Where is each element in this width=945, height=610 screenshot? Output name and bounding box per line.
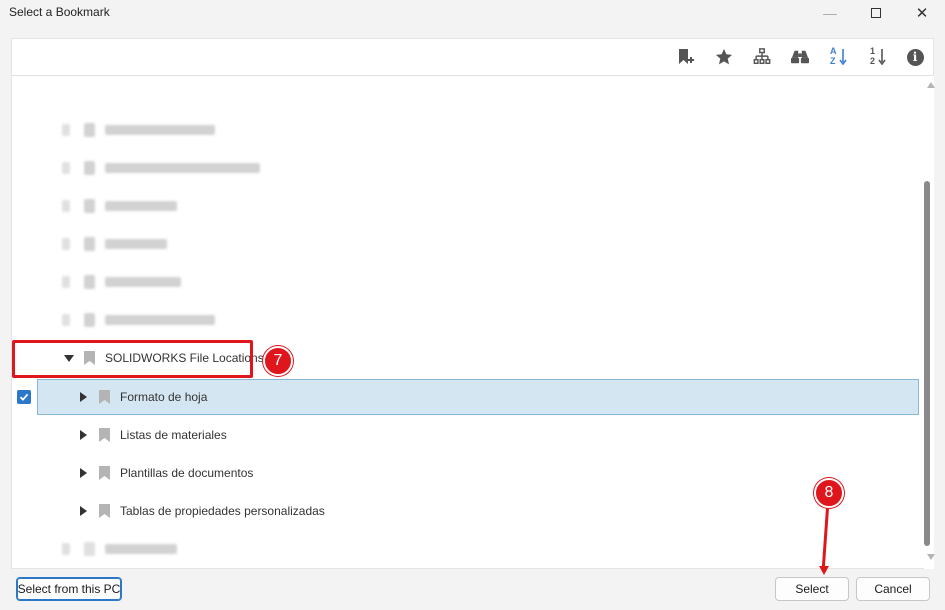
bookmark-tree: SOLIDWORKS File Locations Formato de hoj…	[12, 76, 920, 569]
tree-item-label: Plantillas de documentos	[120, 466, 254, 480]
tree-item-obscured[interactable]	[12, 264, 920, 300]
bookmark-icon	[99, 466, 110, 480]
bookmark-panel: A Z 1 2 i SOLIDWORKS File Locations Form…	[11, 38, 935, 569]
add-bookmark-icon	[679, 49, 694, 64]
tree-item-obscured[interactable]	[12, 188, 920, 224]
tree-item-obscured[interactable]	[12, 112, 920, 148]
add-bookmark-button[interactable]	[674, 46, 696, 68]
tree-item-obscured[interactable]	[12, 226, 920, 262]
info-icon: i	[906, 48, 924, 66]
select-from-pc-button[interactable]: Select from this PC	[16, 577, 122, 601]
sort-alpha-z-label: Z	[830, 56, 836, 66]
bookmark-icon	[99, 504, 110, 518]
sort-numeric-button[interactable]: 1 2	[866, 46, 888, 68]
hierarchy-icon	[753, 48, 771, 65]
sort-numeric-icon: 1 2	[867, 46, 887, 67]
close-button[interactable]: ✕	[899, 0, 945, 26]
maximize-icon	[871, 8, 881, 18]
star-icon	[715, 48, 733, 65]
minimize-button[interactable]: —	[807, 0, 853, 26]
scroll-down-icon[interactable]	[927, 554, 935, 560]
tree-item-label: Tablas de propiedades personalizadas	[120, 504, 325, 518]
expand-right-icon[interactable]	[80, 392, 87, 402]
expand-right-icon[interactable]	[80, 430, 87, 440]
tree-item-obscured[interactable]	[12, 302, 920, 338]
step-8-arrow-head	[819, 566, 829, 575]
title-bar: Select a Bookmark — ✕	[0, 0, 945, 26]
scroll-up-icon[interactable]	[927, 82, 935, 88]
maximize-button[interactable]	[853, 0, 899, 26]
favorites-button[interactable]	[713, 46, 735, 68]
step-7-badge: 7	[263, 346, 293, 376]
expand-right-icon[interactable]	[80, 468, 87, 478]
tree-item-label: Listas de materiales	[120, 428, 227, 442]
tree-item-plantillas-de-documentos[interactable]: Plantillas de documentos	[12, 455, 920, 491]
tree-item-formato-de-hoja[interactable]: Formato de hoja	[37, 379, 919, 415]
bookmark-icon	[99, 390, 110, 404]
info-button[interactable]: i	[904, 46, 926, 68]
sort-alpha-button[interactable]: A Z	[828, 46, 850, 68]
scrollbar-thumb[interactable]	[924, 181, 930, 546]
tree-item-obscured[interactable]	[12, 150, 920, 186]
sort-alpha-a-label: A	[830, 46, 837, 56]
sort-alpha-icon: A Z	[829, 46, 849, 67]
checkmark-icon	[19, 393, 29, 401]
cancel-button[interactable]: Cancel	[856, 577, 930, 601]
binoculars-icon	[791, 50, 809, 64]
search-button[interactable]	[789, 46, 811, 68]
tree-item-listas-de-materiales[interactable]: Listas de materiales	[12, 417, 920, 453]
tree-item-label: Formato de hoja	[120, 390, 208, 404]
toolbar: A Z 1 2 i	[12, 39, 933, 76]
hierarchy-button[interactable]	[751, 46, 773, 68]
window-title: Select a Bookmark	[9, 5, 110, 19]
sort-num-2-label: 2	[870, 56, 876, 66]
sort-num-1-label: 1	[870, 46, 876, 56]
expand-right-icon[interactable]	[80, 506, 87, 516]
bookmark-icon	[99, 428, 110, 442]
select-button[interactable]: Select	[775, 577, 849, 601]
step-8-badge: 8	[814, 478, 844, 508]
highlight-box-step-7	[12, 340, 253, 378]
tree-item-tablas-de-propiedades[interactable]: Tablas de propiedades personalizadas	[12, 493, 920, 529]
selected-checkbox[interactable]	[17, 390, 31, 404]
tree-item-obscured[interactable]	[12, 531, 920, 567]
